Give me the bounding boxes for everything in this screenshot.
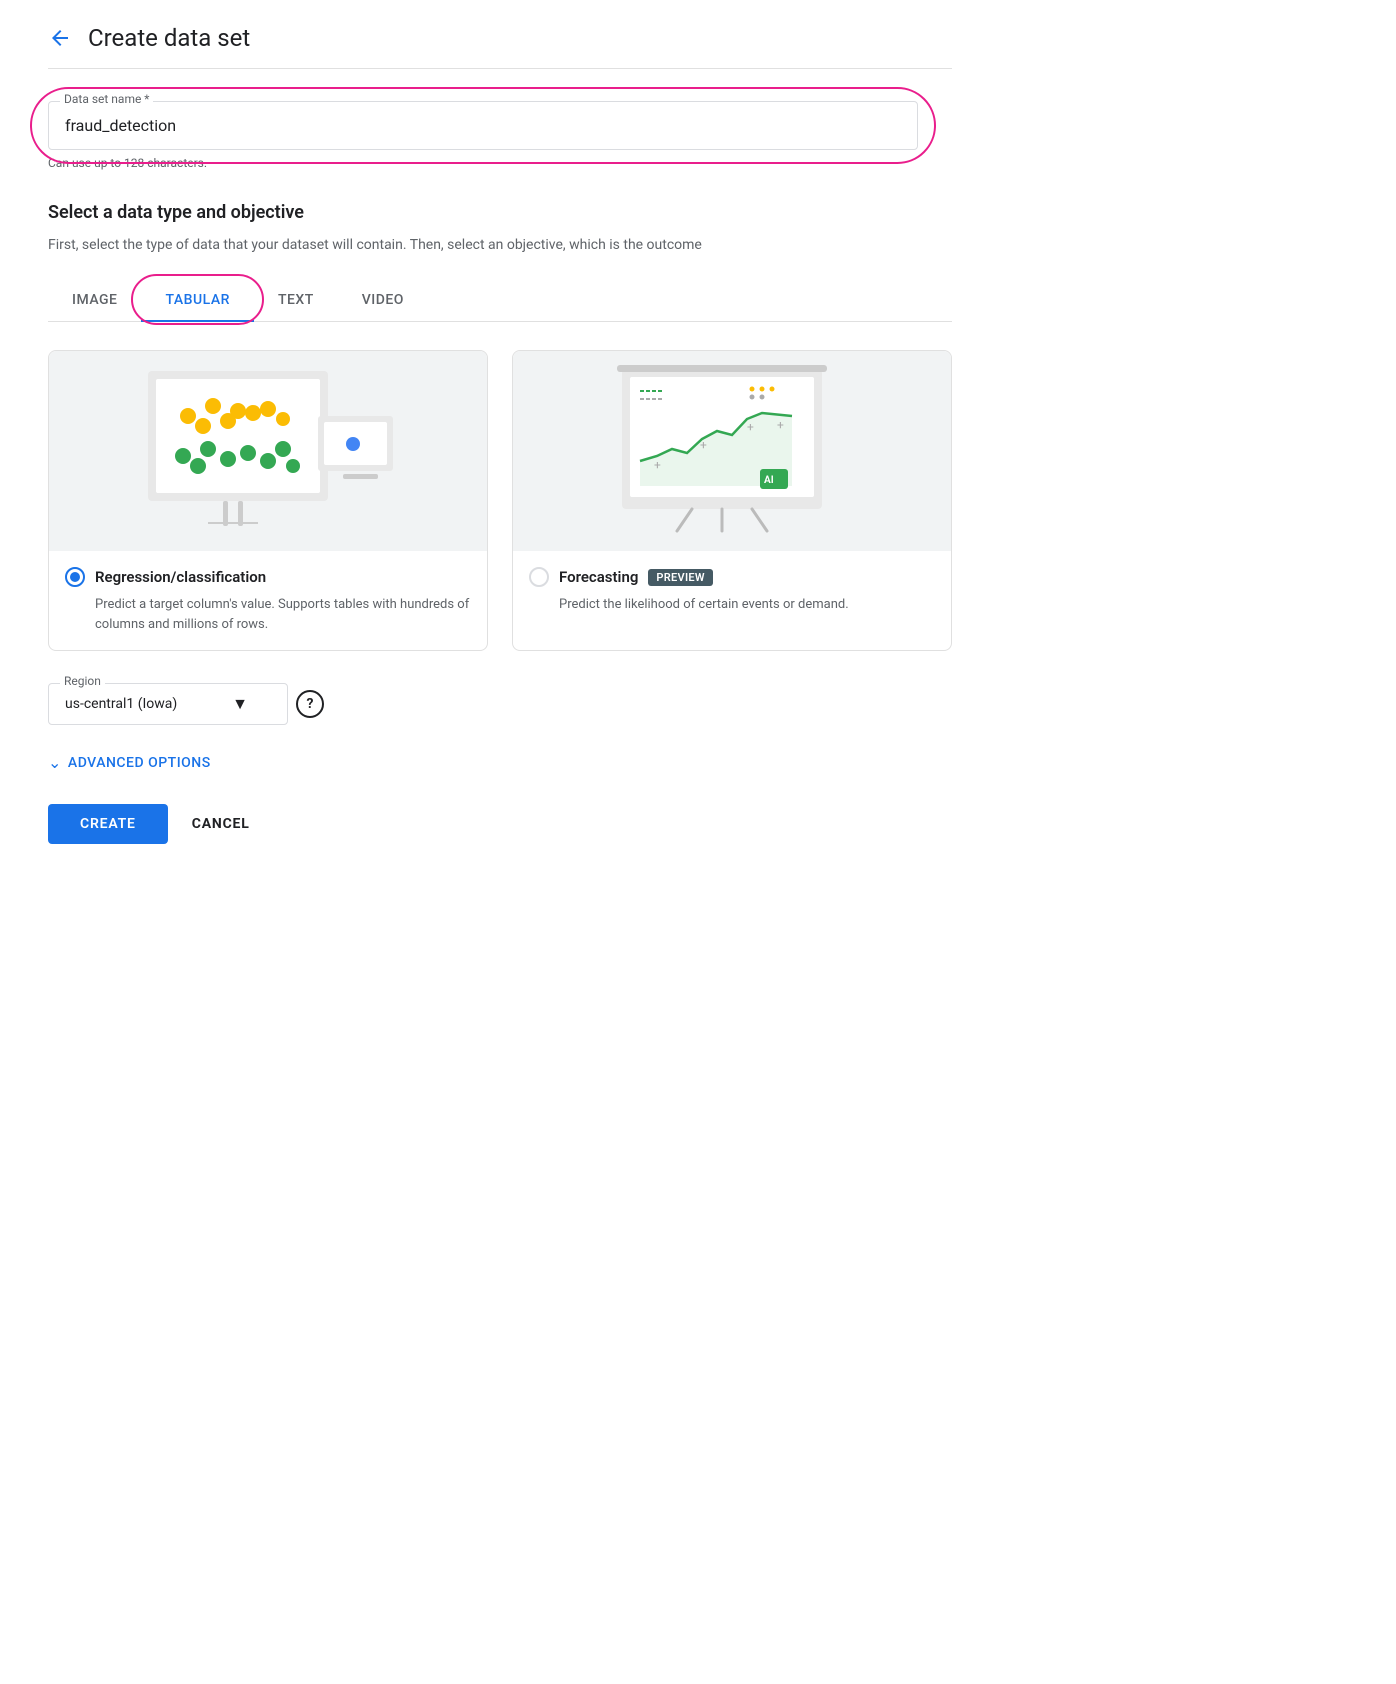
section-desc: First, select the type of data that your…: [48, 235, 952, 256]
svg-text:AI: AI: [764, 475, 774, 486]
svg-text:+: +: [700, 438, 707, 452]
advanced-options-link[interactable]: ⌄ ADVANCED OPTIONS: [48, 753, 952, 772]
back-button[interactable]: [48, 26, 72, 50]
region-dropdown-wrapper: Region us-central1 (Iowa) us-east1 (Sout…: [48, 683, 288, 725]
tab-video[interactable]: VIDEO: [338, 280, 428, 322]
region-label: Region: [60, 674, 105, 688]
region-select[interactable]: us-central1 (Iowa) us-east1 (South Carol…: [48, 683, 288, 725]
svg-text:+: +: [654, 458, 661, 472]
regression-illustration: [128, 361, 408, 541]
dataset-name-field-wrapper: Data set name *: [48, 101, 918, 150]
card-forecasting-title: Forecasting: [559, 568, 638, 586]
tab-text[interactable]: TEXT: [254, 280, 338, 322]
radio-forecasting[interactable]: [529, 567, 549, 587]
chevron-down-icon: ⌄: [48, 753, 62, 772]
svg-text:+: +: [777, 418, 784, 432]
dataset-name-input[interactable]: [48, 101, 918, 150]
tab-tabular[interactable]: TABULAR: [141, 280, 253, 322]
dataset-name-highlight: Data set name *: [48, 101, 918, 150]
card-forecasting[interactable]: + + + + AI Forecast: [512, 350, 952, 651]
card-regression[interactable]: Regression/classification Predict a targ…: [48, 350, 488, 651]
create-button[interactable]: CREATE: [48, 804, 168, 844]
advanced-options-label: ADVANCED OPTIONS: [68, 755, 211, 771]
region-section: Region us-central1 (Iowa) us-east1 (Sout…: [48, 683, 952, 725]
dataset-name-label: Data set name *: [60, 92, 153, 106]
card-forecasting-body: Forecasting PREVIEW Predict the likeliho…: [513, 551, 951, 631]
forecasting-illustration: + + + + AI: [592, 361, 872, 541]
forecasting-preview-badge: PREVIEW: [648, 569, 713, 586]
objective-cards: Regression/classification Predict a targ…: [48, 350, 952, 651]
tab-image[interactable]: IMAGE: [48, 280, 141, 322]
card-forecasting-desc: Predict the likelihood of certain events…: [559, 595, 935, 615]
card-regression-desc: Predict a target column's value. Support…: [95, 595, 471, 634]
dataset-name-section: Data set name * Can use up to 128 charac…: [48, 101, 952, 170]
header-divider: [48, 68, 952, 69]
action-buttons: CREATE CANCEL: [48, 804, 952, 844]
radio-regression[interactable]: [65, 567, 85, 587]
card-forecasting-image: + + + + AI: [513, 351, 951, 551]
data-type-tabs: IMAGE TABULAR TEXT VIDEO: [48, 280, 952, 322]
dataset-name-hint: Can use up to 128 characters.: [48, 156, 952, 170]
card-regression-title-row: Regression/classification: [65, 567, 471, 587]
card-forecasting-title-row: Forecasting PREVIEW: [529, 567, 935, 587]
card-regression-title: Regression/classification: [95, 568, 266, 586]
region-help-icon[interactable]: ?: [296, 690, 324, 718]
cancel-button[interactable]: CANCEL: [192, 804, 250, 844]
page-header: Create data set: [48, 24, 952, 52]
card-regression-body: Regression/classification Predict a targ…: [49, 551, 487, 650]
svg-text:+: +: [747, 420, 754, 434]
section-title: Select a data type and objective: [48, 202, 952, 223]
tab-tabular-wrapper: TABULAR: [141, 280, 253, 321]
card-regression-image: [49, 351, 487, 551]
page-title: Create data set: [88, 24, 250, 52]
advanced-options-section: ⌄ ADVANCED OPTIONS: [48, 753, 952, 772]
